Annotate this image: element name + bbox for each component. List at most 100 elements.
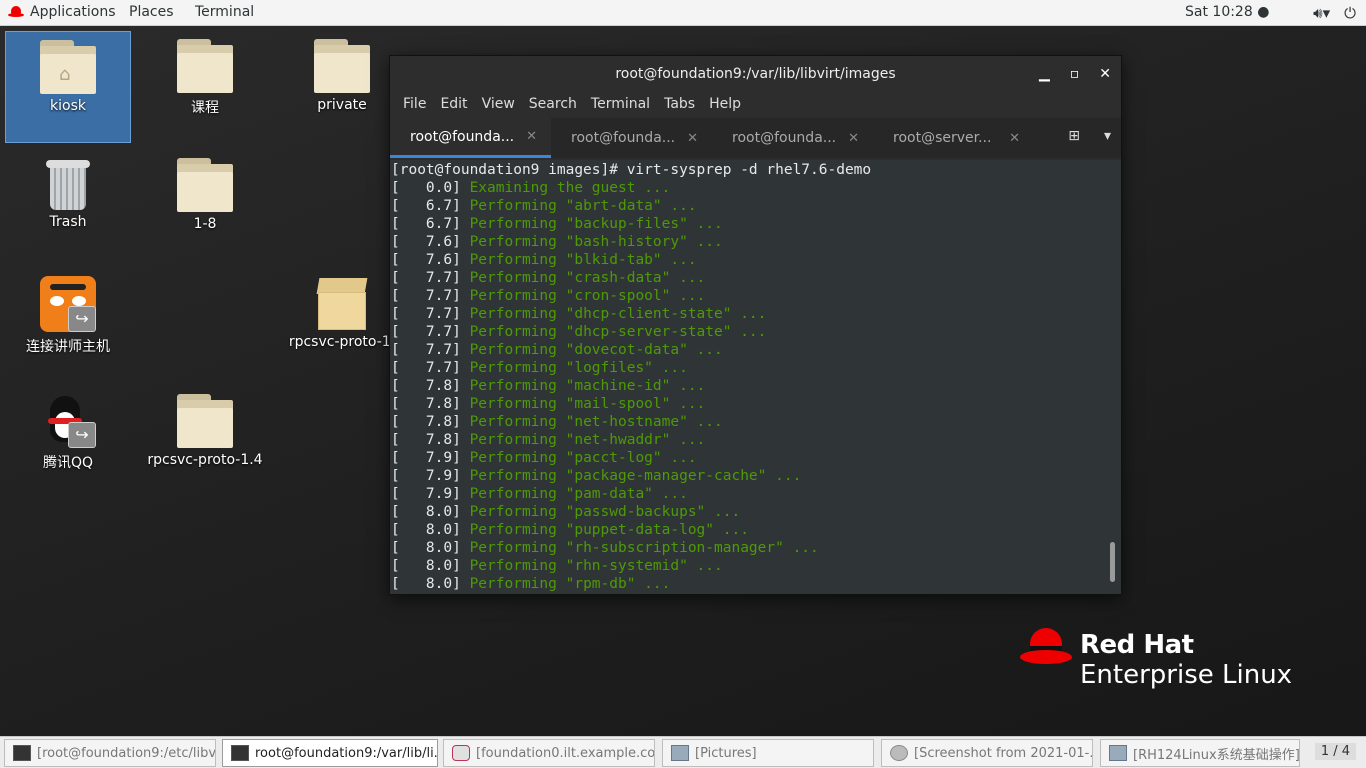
output-message: Performing "machine-id" ... <box>469 378 706 394</box>
output-message: Examining the guest ... <box>469 180 671 196</box>
desktop-icon-1-8[interactable]: 1-8 <box>142 150 268 232</box>
desktop-icon-rpcsvc-archive[interactable]: rpcsvc-proto-1. <box>279 270 405 350</box>
output-message: Performing "passwd-backups" ... <box>469 504 741 520</box>
command-line: [root@foundation9 images]# virt-sysprep … <box>391 162 872 178</box>
output-message: Performing "backup-files" ... <box>469 216 723 232</box>
timestamp: [ 7.8] <box>391 396 461 412</box>
task-document[interactable]: [RH124Linux系统基础操作] <box>1100 739 1300 767</box>
tab-close-icon[interactable]: ✕ <box>687 131 698 146</box>
output-line: [ 8.0] Performing "rhn-systemid" ... <box>391 557 1121 575</box>
terminal-tab[interactable]: root@founda... ✕ <box>390 118 551 158</box>
output-line: [ 7.7] Performing "cron-spool" ... <box>391 287 1121 305</box>
desktop-icon-connect-instructor[interactable]: ↪ 连接讲师主机 <box>5 270 131 356</box>
tab-label: root@founda... <box>410 128 515 145</box>
desktop-icon-rpcsvc-folder[interactable]: rpcsvc-proto-1.4 <box>142 386 268 468</box>
task-vm-viewer[interactable]: [foundation0.ilt.example.co... <box>443 739 655 767</box>
desktop-icon-kiosk[interactable]: ⌂ kiosk <box>5 31 131 143</box>
menu-view[interactable]: View <box>475 92 522 118</box>
workspace-pager[interactable]: 1 / 4 <box>1314 743 1356 760</box>
desktop-icon-label: 腾讯QQ <box>42 455 94 471</box>
folder-icon <box>177 158 233 212</box>
output-message: Performing "puppet-data-log" ... <box>469 522 749 538</box>
menu-file[interactable]: File <box>396 92 433 118</box>
places-menu[interactable]: Places <box>129 4 174 20</box>
tab-close-icon[interactable]: ✕ <box>526 129 537 144</box>
desktop-icon-trash[interactable]: Trash <box>5 150 131 230</box>
output-message: Performing "rpm-db" ... <box>469 576 671 592</box>
output-message: Performing "net-hostname" ... <box>469 414 723 430</box>
tab-close-icon[interactable]: ✕ <box>848 131 859 146</box>
top-bar: Applications Places Terminal Sat 10:28 ●… <box>0 0 1366 26</box>
output-message: Performing "abrt-data" ... <box>469 198 697 214</box>
menu-help[interactable]: Help <box>702 92 748 118</box>
output-line: [ 7.7] Performing "logfiles" ... <box>391 359 1121 377</box>
output-line: [ 7.7] Performing "dhcp-client-state" ..… <box>391 305 1121 323</box>
redhat-logo-icon <box>8 6 24 18</box>
timestamp: [ 7.6] <box>391 252 461 268</box>
menu-tabs[interactable]: Tabs <box>657 92 702 118</box>
task-pictures[interactable]: [Pictures] <box>662 739 874 767</box>
desktop-icon-label: 连接讲师主机 <box>26 339 110 355</box>
timestamp: [ 7.9] <box>391 450 461 466</box>
applications-menu[interactable]: Applications <box>8 4 116 20</box>
desktop-icon-qq[interactable]: ↪ 腾讯QQ <box>5 386 131 472</box>
timestamp: [ 7.8] <box>391 414 461 430</box>
system-tray[interactable]: 🔊︎▾ ⏻ <box>1313 4 1356 22</box>
output-message: Performing "blkid-tab" ... <box>469 252 697 268</box>
folder-icon <box>177 39 233 93</box>
chevron-down-icon[interactable]: ▾ <box>1104 128 1111 144</box>
brand-name: Red Hat <box>1080 630 1194 660</box>
output-line: [ 7.8] Performing "net-hostname" ... <box>391 413 1121 431</box>
close-icon[interactable]: ✕ <box>1099 56 1111 92</box>
desktop-icon-course[interactable]: 课程 <box>142 31 268 117</box>
timestamp: [ 8.0] <box>391 540 461 556</box>
tab-label: root@founda... <box>571 130 676 146</box>
window-title: root@foundation9:/var/lib/libvirt/images <box>615 66 896 82</box>
terminal-tab[interactable]: root@server... ✕ <box>873 118 1034 158</box>
task-screenshot[interactable]: [Screenshot from 2021-01-... <box>881 739 1093 767</box>
output-message: Performing "bash-history" ... <box>469 234 723 250</box>
desktop-icon-label: rpcsvc-proto-1.4 <box>147 452 263 468</box>
window-titlebar[interactable]: root@foundation9:/var/lib/libvirt/images… <box>390 56 1121 92</box>
tab-close-icon[interactable]: ✕ <box>1009 131 1020 146</box>
output-message: Performing "dhcp-client-state" ... <box>469 306 767 322</box>
output-message: Performing "package-manager-cache" ... <box>469 468 802 484</box>
new-tab-icon[interactable]: ⊞ <box>1068 128 1080 144</box>
trash-icon <box>46 160 90 210</box>
output-message: Performing "pam-data" ... <box>469 486 688 502</box>
minimize-icon[interactable]: ▁ <box>1039 56 1050 92</box>
volume-icon[interactable]: 🔊︎▾ <box>1313 4 1330 22</box>
timestamp: [ 8.0] <box>391 522 461 538</box>
menu-terminal[interactable]: Terminal <box>584 92 657 118</box>
terminal-tab[interactable]: root@founda... ✕ <box>551 118 712 158</box>
timestamp: [ 7.8] <box>391 432 461 448</box>
terminal-app-menu[interactable]: Terminal <box>195 4 254 20</box>
task-label: [foundation0.ilt.example.co... <box>476 745 655 761</box>
maximize-icon[interactable]: ▫ <box>1070 56 1080 92</box>
desktop-icon-private[interactable]: private <box>279 31 405 113</box>
tab-label: root@server... <box>893 130 992 146</box>
task-label: root@foundation9:/var/lib/li... <box>255 745 438 761</box>
timestamp: [ 7.8] <box>391 378 461 394</box>
terminal-output[interactable]: [root@foundation9 images]# virt-sysprep … <box>390 160 1121 594</box>
output-line: [ 8.0] Performing "puppet-data-log" ... <box>391 521 1121 539</box>
timestamp: [ 7.7] <box>391 324 461 340</box>
virt-viewer-icon <box>452 745 470 761</box>
terminal-icon <box>231 745 249 761</box>
menu-search[interactable]: Search <box>522 92 584 118</box>
clock[interactable]: Sat 10:28 ● <box>1185 4 1269 20</box>
menu-edit[interactable]: Edit <box>433 92 474 118</box>
task-terminal-etc[interactable]: [root@foundation9:/etc/libv... <box>4 739 216 767</box>
applications-label: Applications <box>30 4 116 20</box>
desktop-icon-label: 课程 <box>191 100 219 116</box>
power-icon[interactable]: ⏻ <box>1344 4 1356 22</box>
desktop-icon-label: private <box>317 97 367 113</box>
task-label: [RH124Linux系统基础操作] <box>1133 747 1300 763</box>
desktop-icon-label: rpcsvc-proto-1. <box>288 334 396 350</box>
task-terminal-images[interactable]: root@foundation9:/var/lib/li... <box>222 739 438 767</box>
terminal-tab[interactable]: root@founda... ✕ <box>712 118 873 158</box>
output-line: [ 7.6] Performing "bash-history" ... <box>391 233 1121 251</box>
output-message: Performing "dhcp-server-state" ... <box>469 324 767 340</box>
terminal-window[interactable]: root@foundation9:/var/lib/libvirt/images… <box>389 55 1122 595</box>
scrollbar[interactable] <box>1110 542 1115 582</box>
